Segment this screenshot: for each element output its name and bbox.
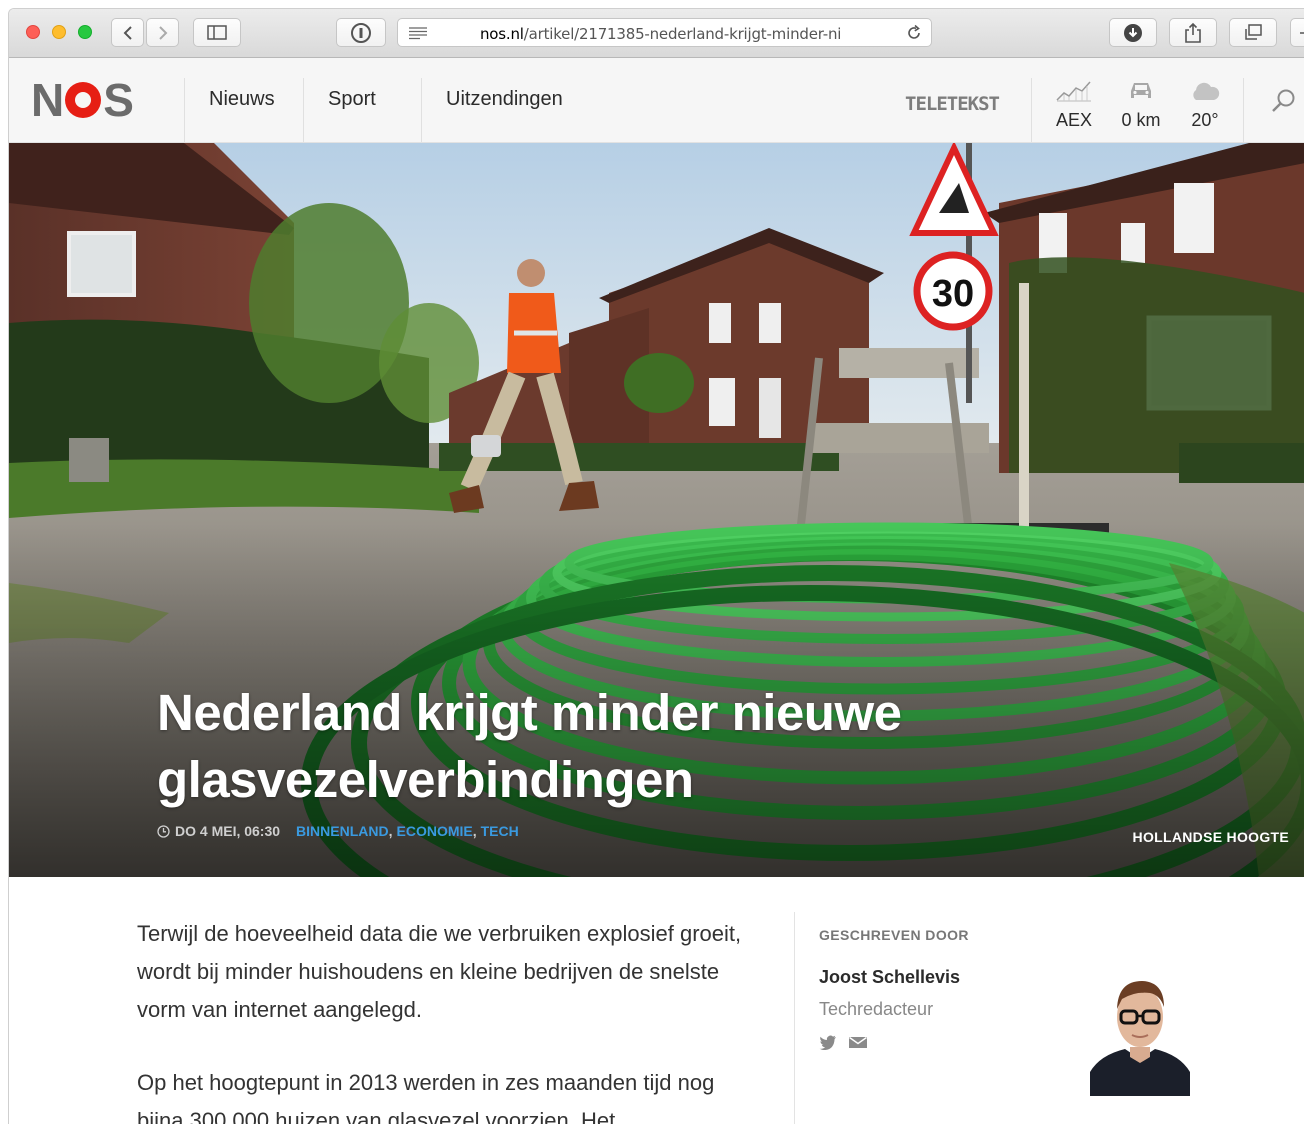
- new-tab-button[interactable]: [1290, 18, 1304, 47]
- hero-image[interactable]: 30 Nederland krijgt minder nieuwe glasve…: [9, 143, 1304, 877]
- share-icon: [1185, 22, 1201, 43]
- category-separator: ,: [472, 823, 477, 839]
- author-social-links: [819, 1035, 867, 1050]
- browser-toolbar: nos.nl/artikel/2171385-nederland-krijgt-…: [9, 9, 1304, 58]
- reload-icon[interactable]: [905, 24, 923, 42]
- downloads-button[interactable]: [1109, 18, 1157, 47]
- sidebar-icon: [207, 25, 227, 40]
- forward-button[interactable]: [146, 18, 179, 47]
- article-meta: DO 4 MEI, 06:30 BINNENLAND, ECONOMIE, TE…: [157, 823, 519, 839]
- nav-divider: [421, 78, 422, 142]
- url-text: nos.nl/artikel/2171385-nederland-krijgt-…: [480, 25, 852, 43]
- teletekst-logo[interactable]: TELETEKST: [899, 92, 1005, 114]
- privacy-report-button[interactable]: [336, 18, 386, 47]
- url-path: /artikel/2171385-nederland-krijgt-minder…: [523, 25, 842, 43]
- article-date: DO 4 MEI, 06:30: [175, 823, 281, 839]
- article-body: Terwijl de hoeveelheid data die we verbr…: [137, 915, 747, 1124]
- category-link-economie[interactable]: ECONOMIE: [397, 823, 473, 839]
- plus-icon: [1300, 31, 1304, 34]
- nos-logo[interactable]: NS: [31, 74, 134, 126]
- weather-widget[interactable]: 20°: [1185, 76, 1225, 131]
- article-title: Nederland krijgt minder nieuwe glasvezel…: [157, 684, 902, 808]
- weather-label: 20°: [1191, 110, 1219, 130]
- category-link-tech[interactable]: TECH: [481, 823, 519, 839]
- chevron-right-icon: [158, 25, 167, 40]
- nav-item-nieuws[interactable]: Nieuws: [209, 88, 275, 111]
- cloud-icon: [1193, 82, 1220, 100]
- logo-o-mark: [65, 82, 102, 118]
- author-photo: [1090, 967, 1190, 1096]
- speed-sign-number: 30: [932, 273, 974, 315]
- close-window-button[interactable]: [26, 25, 40, 39]
- share-button[interactable]: [1169, 18, 1217, 47]
- search-icon[interactable]: [1271, 88, 1297, 114]
- clock-icon: [157, 824, 170, 838]
- logo-letter-s: S: [103, 74, 134, 126]
- sidebar-divider: [794, 912, 795, 1124]
- teletekst-label: TELETEKST: [905, 93, 1000, 114]
- nav-item-sport[interactable]: Sport: [328, 88, 376, 111]
- minimize-window-button[interactable]: [52, 25, 66, 39]
- chevron-left-icon: [123, 25, 132, 40]
- address-bar[interactable]: nos.nl/artikel/2171385-nederland-krijgt-…: [397, 18, 932, 47]
- info-icon: [351, 22, 371, 43]
- aex-label: AEX: [1055, 110, 1093, 130]
- category-link-binnenland[interactable]: BINNENLAND: [296, 823, 389, 839]
- car-icon: [1131, 83, 1151, 98]
- traffic-widget[interactable]: 0 km: [1117, 76, 1165, 131]
- nav-divider: [1031, 78, 1032, 142]
- category-separator: ,: [388, 823, 393, 839]
- reader-view-icon[interactable]: [408, 26, 428, 40]
- photo-credit: HOLLANDSE HOOGTE: [1132, 829, 1289, 845]
- article-paragraph: Op het hoogtepunt in 2013 werden in zes …: [137, 1070, 715, 1124]
- aex-widget-icon-box: [1055, 76, 1093, 102]
- article-intro-paragraph: Terwijl de hoeveelheid data die we verbr…: [137, 921, 742, 1022]
- nav-item-uitzendingen[interactable]: Uitzendingen: [446, 88, 563, 111]
- author-name[interactable]: Joost Schellevis: [819, 967, 960, 988]
- stock-chart-icon: [1056, 81, 1091, 102]
- nav-divider: [1243, 78, 1244, 142]
- author-portrait-illustration: [1090, 967, 1190, 1096]
- author-role: Techredacteur: [819, 999, 934, 1019]
- mail-icon[interactable]: [849, 1035, 867, 1049]
- weather-widget-icon-box: [1185, 76, 1225, 102]
- site-navigation: NS Nieuws Sport Uitzendingen TELETEKST A…: [9, 58, 1304, 143]
- download-icon: [1124, 23, 1142, 42]
- nav-divider: [303, 78, 304, 142]
- byline-label: GESCHREVEN DOOR: [819, 927, 969, 943]
- nav-divider: [184, 78, 185, 142]
- aex-widget[interactable]: AEX: [1055, 76, 1093, 131]
- browser-window: nos.nl/artikel/2171385-nederland-krijgt-…: [8, 8, 1304, 1124]
- traffic-label: 0 km: [1121, 110, 1161, 130]
- sidebar-toggle-button[interactable]: [193, 18, 241, 47]
- back-button[interactable]: [111, 18, 144, 47]
- twitter-icon[interactable]: [819, 1035, 837, 1050]
- logo-letter-n: N: [31, 74, 64, 126]
- tabs-icon: [1245, 23, 1262, 40]
- traffic-widget-icon-box: [1117, 76, 1165, 102]
- zoom-window-button[interactable]: [78, 25, 92, 39]
- url-host: nos.nl: [480, 25, 524, 43]
- tabs-overview-button[interactable]: [1229, 18, 1277, 47]
